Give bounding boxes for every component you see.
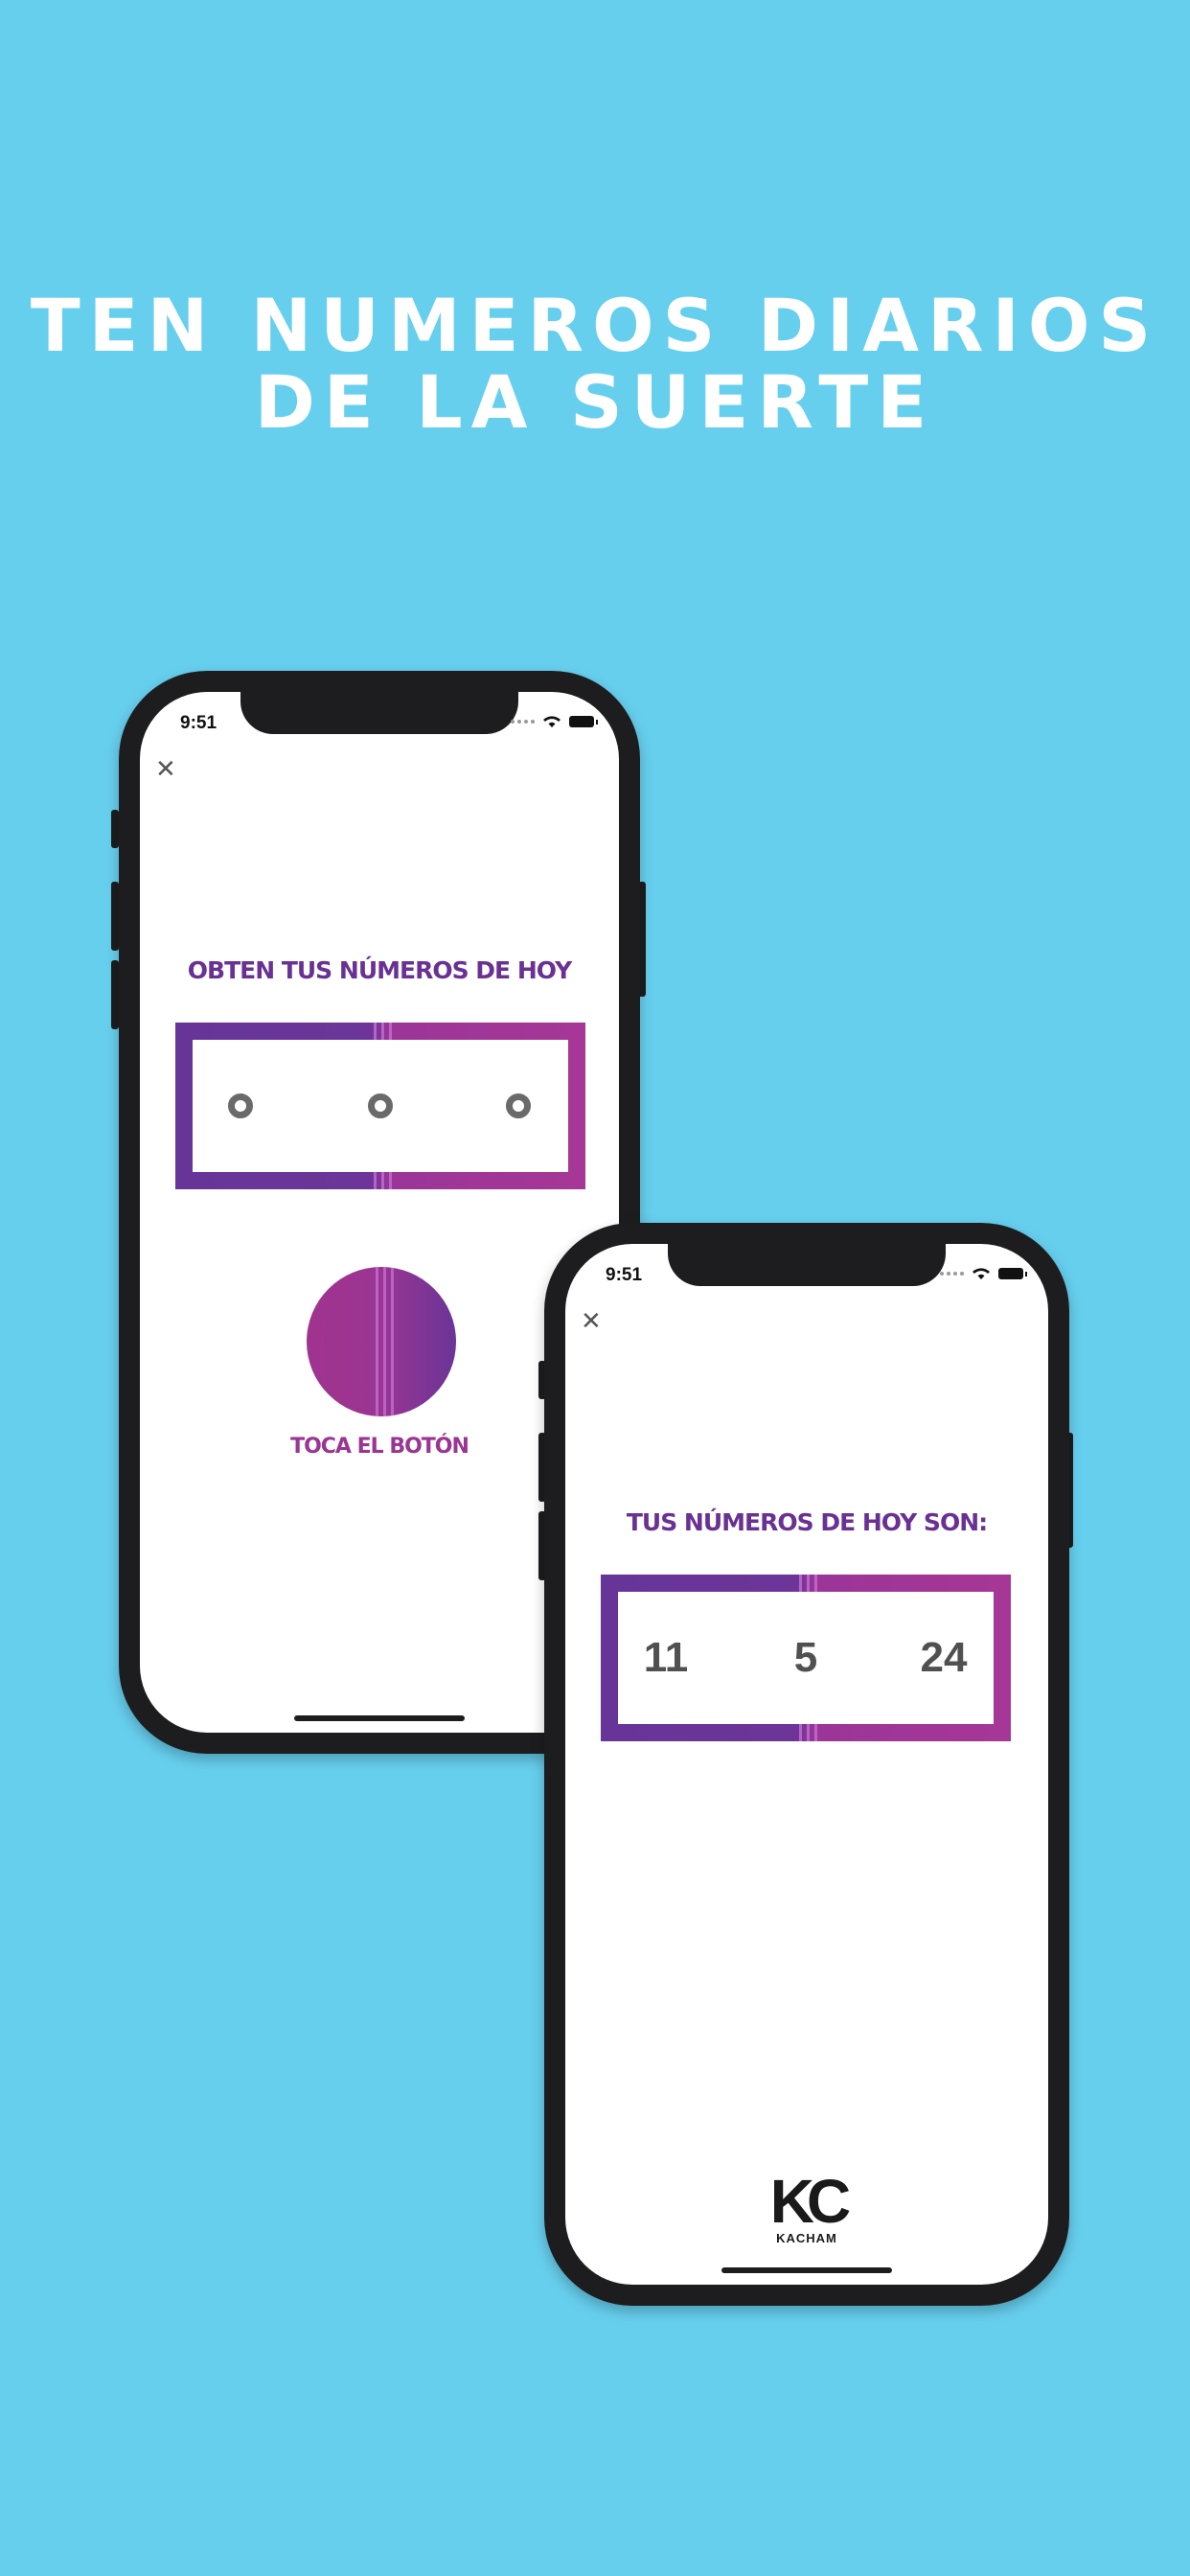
lucky-numbers: 11 5 24	[618, 1592, 994, 1724]
promo-headline: TEN NUMEROS DIARIOS DE LA SUERTE	[0, 288, 1190, 441]
empty-slot-1	[228, 1093, 253, 1118]
generate-numbers-button[interactable]	[307, 1267, 456, 1416]
home-indicator	[721, 2267, 892, 2273]
status-time: 9:51	[180, 713, 217, 733]
lucky-number-3: 24	[920, 1634, 968, 1681]
battery-icon	[998, 1268, 1027, 1279]
lucky-number-1: 11	[643, 1634, 689, 1681]
phone-right-screen: 9:51 ✕ TUS NÚMEROS DE HOY SON: 11 5 24 K…	[565, 1244, 1048, 2285]
signal-icon	[511, 720, 535, 724]
empty-slot-3	[506, 1093, 531, 1118]
signal-icon	[940, 1272, 964, 1276]
phone-left-volume-down	[111, 960, 119, 1029]
phone-left-volume-up	[111, 882, 119, 951]
status-icons	[511, 715, 598, 728]
battery-icon	[569, 716, 598, 727]
wifi-icon	[543, 716, 561, 727]
headline-line-2: DE LA SUERTE	[254, 359, 936, 445]
phone-right: 9:51 ✕ TUS NÚMEROS DE HOY SON: 11 5 24 K…	[544, 1223, 1069, 2306]
headline-line-1: TEN NUMEROS DIARIOS	[30, 283, 1160, 368]
status-time: 9:51	[606, 1265, 643, 1285]
kacham-logo-text: KACHAM	[776, 2231, 837, 2245]
status-icons	[940, 1267, 1027, 1280]
numbers-frame	[175, 1023, 585, 1189]
empty-slot-2	[368, 1093, 393, 1118]
kacham-logo: KC KACHAM	[769, 2167, 851, 2245]
home-indicator	[294, 1715, 465, 1721]
screen-title: OBTEN TUS NÚMEROS DE HOY	[187, 956, 572, 984]
close-icon[interactable]: ✕	[155, 757, 176, 782]
notch	[668, 1244, 946, 1286]
close-icon[interactable]: ✕	[581, 1309, 602, 1334]
wifi-icon	[973, 1268, 990, 1279]
numbers-frame: 11 5 24	[601, 1575, 1011, 1741]
kacham-logo-mark: KC	[769, 2167, 851, 2236]
screen-title: TUS NÚMEROS DE HOY SON:	[626, 1508, 988, 1536]
numbers-slots	[193, 1040, 568, 1172]
lucky-number-2: 5	[793, 1634, 818, 1681]
phone-left-silent-switch	[111, 810, 119, 848]
notch	[240, 692, 518, 734]
